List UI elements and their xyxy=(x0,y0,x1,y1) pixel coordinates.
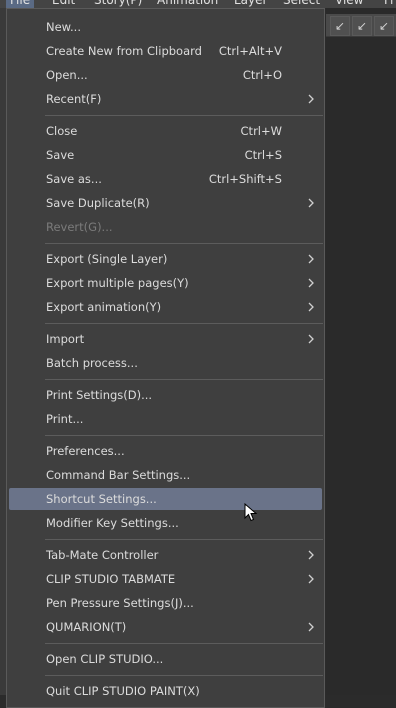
menu-item-modifier-key-settings[interactable]: Modifier Key Settings... xyxy=(9,512,322,534)
menu-item-shortcut-settings[interactable]: Shortcut Settings... xyxy=(9,488,322,510)
menu-item-preferences[interactable]: Preferences... xyxy=(9,440,322,462)
pen-tool-icon[interactable]: ↙ xyxy=(352,16,372,36)
menu-separator xyxy=(45,379,323,380)
chevron-right-icon xyxy=(308,550,314,560)
pen-tool-icon[interactable]: ↙ xyxy=(330,16,350,36)
menu-separator xyxy=(45,435,323,436)
menu-item-print-settings-d[interactable]: Print Settings(D)... xyxy=(9,384,322,406)
menu-item-open[interactable]: Open... Ctrl+O xyxy=(9,64,322,86)
menu-item-revert-g: Revert(G)... xyxy=(9,216,322,238)
chevron-right-icon xyxy=(308,302,314,312)
menu-item-qumarion-t[interactable]: QUMARION(T) xyxy=(9,616,322,638)
menu-item-create-new-from-clipboard[interactable]: Create New from Clipboard Ctrl+Alt+V xyxy=(9,40,322,62)
menubar-item-view[interactable]: View xyxy=(335,0,363,8)
menubar-item-fi[interactable]: Fi xyxy=(384,0,393,8)
menu-item-label: Export animation(Y) xyxy=(46,300,162,314)
menu-item-label: Batch process... xyxy=(46,356,138,370)
chevron-right-icon xyxy=(308,94,314,104)
menu-separator xyxy=(45,115,323,116)
menu-item-batch-process[interactable]: Batch process... xyxy=(9,352,322,374)
menubar-item-animation[interactable]: Animation xyxy=(157,0,218,8)
chevron-right-icon xyxy=(308,622,314,632)
file-menu-dropdown: New... Create New from Clipboard Ctrl+Alt+… xyxy=(6,8,325,708)
menu-item-command-bar-settings[interactable]: Command Bar Settings... xyxy=(9,464,322,486)
chevron-right-icon xyxy=(308,574,314,584)
menu-item-label: Shortcut Settings... xyxy=(46,492,157,506)
menu-item-label: Export multiple pages(Y) xyxy=(46,276,189,290)
mouse-pointer-icon xyxy=(244,503,258,522)
chevron-right-icon xyxy=(308,334,314,344)
menu-item-label: New... xyxy=(46,20,81,34)
menu-item-label: Quit CLIP STUDIO PAINT(X) xyxy=(46,684,200,698)
menu-item-import[interactable]: Import xyxy=(9,328,322,350)
menu-item-label: Preferences... xyxy=(46,444,125,458)
menu-item-label: Revert(G)... xyxy=(46,220,113,234)
menu-item-export-single-layer[interactable]: Export (Single Layer) xyxy=(9,248,322,270)
menu-item-label: Print... xyxy=(46,412,84,426)
menu-item-save-duplicate-r[interactable]: Save Duplicate(R) xyxy=(9,192,322,214)
chevron-right-icon xyxy=(308,254,314,264)
menu-item-shortcut: Ctrl+O xyxy=(242,68,282,82)
menu-item-label: Print Settings(D)... xyxy=(46,388,153,402)
menu-item-open-clip-studio[interactable]: Open CLIP STUDIO... xyxy=(9,648,322,670)
menu-separator xyxy=(45,675,323,676)
chevron-right-icon xyxy=(308,198,314,208)
menu-item-pen-pressure-settings-j[interactable]: Pen Pressure Settings(J)... xyxy=(9,592,322,614)
menubar-item-layer[interactable]: Layer xyxy=(234,0,267,8)
menu-separator xyxy=(45,323,323,324)
chevron-right-icon xyxy=(308,278,314,288)
menu-item-shortcut: Ctrl+S xyxy=(244,148,282,162)
menu-item-label: Save as... xyxy=(46,172,102,186)
menu-item-label: Import xyxy=(46,332,85,346)
pen-tool-icon[interactable]: ↙ xyxy=(374,16,394,36)
menu-item-tab-mate-controller[interactable]: Tab-Mate Controller xyxy=(9,544,322,566)
menu-separator xyxy=(45,643,323,644)
menu-item-label: QUMARION(T) xyxy=(46,620,127,634)
menu-item-label: Modifier Key Settings... xyxy=(46,516,179,530)
menu-item-clip-studio-tabmate[interactable]: CLIP STUDIO TABMATE xyxy=(9,568,322,590)
menubar-item-story-p[interactable]: Story(P) xyxy=(94,0,142,8)
menubar-item-file[interactable]: File xyxy=(6,0,35,8)
menu-item-label: Save xyxy=(46,148,75,162)
menu-item-label: Save Duplicate(R) xyxy=(46,196,150,210)
menu-item-label: Command Bar Settings... xyxy=(46,468,191,482)
menu-item-label: Open... xyxy=(46,68,88,82)
menu-item-shortcut: Ctrl+Alt+V xyxy=(218,44,282,58)
menu-separator xyxy=(45,539,323,540)
menu-item-recent-f[interactable]: Recent(F) xyxy=(9,88,322,110)
menu-item-label: Create New from Clipboard xyxy=(46,44,202,58)
menu-item-export-multiple-pages-y[interactable]: Export multiple pages(Y) xyxy=(9,272,322,294)
canvas-area xyxy=(326,8,396,695)
menu-item-quit-clip-studio-paint-x[interactable]: Quit CLIP STUDIO PAINT(X) xyxy=(9,680,322,702)
menu-item-label: Close xyxy=(46,124,78,138)
menu-item-export-animation-y[interactable]: Export animation(Y) xyxy=(9,296,322,318)
menubar-item-select[interactable]: Select xyxy=(283,0,320,8)
menu-item-label: Tab-Mate Controller xyxy=(46,548,159,562)
tool-strip: ↙ ↙ ↙ xyxy=(326,14,396,37)
menu-item-label: Recent(F) xyxy=(46,92,102,106)
menu-item-close[interactable]: Close Ctrl+W xyxy=(9,120,322,142)
menu-item-label: Pen Pressure Settings(J)... xyxy=(46,596,194,610)
menu-item-save-as[interactable]: Save as... Ctrl+Shift+S xyxy=(9,168,322,190)
menu-item-new[interactable]: New... xyxy=(9,16,322,38)
menu-item-label: CLIP STUDIO TABMATE xyxy=(46,572,176,586)
menu-bar: File Edit Story(P) Animation Layer Select View… xyxy=(0,0,396,8)
menu-item-shortcut: Ctrl+Shift+S xyxy=(208,172,282,186)
menu-item-label: Open CLIP STUDIO... xyxy=(46,652,164,666)
menu-item-print[interactable]: Print... xyxy=(9,408,322,430)
menu-item-label: Export (Single Layer) xyxy=(46,252,168,266)
menu-item-shortcut: Ctrl+W xyxy=(240,124,282,138)
menu-separator xyxy=(45,243,323,244)
menubar-item-edit[interactable]: Edit xyxy=(52,0,75,8)
menu-item-save[interactable]: Save Ctrl+S xyxy=(9,144,322,166)
